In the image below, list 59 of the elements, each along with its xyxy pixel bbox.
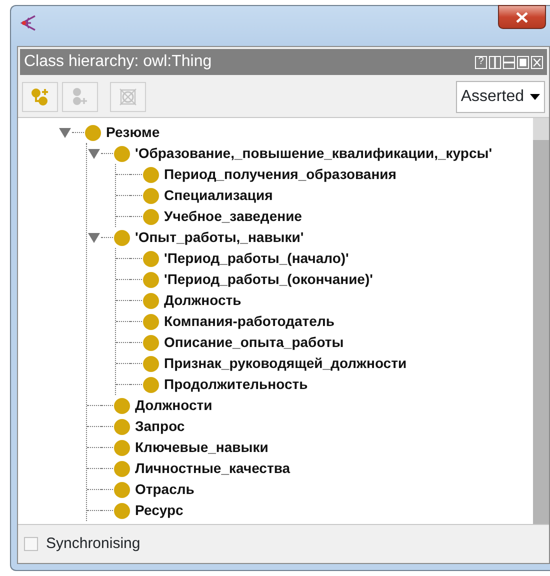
app-logo-icon bbox=[19, 14, 37, 32]
class-icon bbox=[143, 166, 159, 182]
tree-item[interactable]: Признак_руководящей_должности bbox=[164, 353, 407, 374]
tree-item[interactable]: 'Период_работы_(окончание)' bbox=[164, 269, 373, 290]
tree-item[interactable]: Ключевые_навыки bbox=[135, 437, 268, 458]
tree-item[interactable]: Учебное_заведение bbox=[164, 206, 302, 227]
checkbox[interactable] bbox=[24, 537, 38, 551]
close-icon[interactable] bbox=[531, 56, 543, 68]
close-icon bbox=[516, 12, 528, 22]
checkbox-label: Synchronising bbox=[46, 534, 140, 554]
tree-item[interactable]: 'Опыт_работы,_навыки' bbox=[135, 227, 304, 248]
class-icon bbox=[143, 188, 159, 204]
tree-item[interactable]: Резюме bbox=[106, 122, 160, 143]
maximize-icon[interactable] bbox=[517, 56, 529, 68]
tree-item[interactable]: Должность bbox=[164, 290, 242, 311]
class-icon bbox=[114, 482, 130, 498]
close-button[interactable] bbox=[498, 5, 546, 29]
class-icon bbox=[114, 440, 130, 456]
class-icon bbox=[114, 146, 130, 162]
mode-dropdown[interactable]: Asserted bbox=[456, 81, 545, 113]
class-icon bbox=[114, 398, 130, 414]
split-horizontal-icon[interactable] bbox=[503, 56, 515, 68]
tree-item[interactable]: Должности bbox=[135, 395, 212, 416]
class-icon bbox=[143, 292, 159, 308]
class-icon bbox=[143, 250, 159, 266]
caret-icon bbox=[530, 94, 540, 100]
class-icon bbox=[143, 356, 159, 372]
tree-item[interactable]: Отрасль bbox=[135, 479, 194, 500]
class-icon bbox=[114, 502, 130, 518]
add-subclass-icon bbox=[30, 87, 50, 107]
class-icon bbox=[143, 208, 159, 224]
tree-item[interactable]: 'Период_работы_(начало)' bbox=[164, 248, 349, 269]
expanded-arrow-icon[interactable] bbox=[88, 232, 100, 242]
class-icon bbox=[114, 418, 130, 434]
tree-item[interactable]: Продолжительность bbox=[164, 374, 308, 395]
tree-item[interactable]: Запрос bbox=[135, 416, 185, 437]
expanded-arrow-icon[interactable] bbox=[59, 128, 71, 138]
class-icon bbox=[143, 272, 159, 288]
panel-title: Class hierarchy: owl:Thing bbox=[24, 52, 212, 72]
split-vertical-icon[interactable] bbox=[489, 56, 501, 68]
help-button[interactable]: ? bbox=[475, 56, 487, 68]
expanded-arrow-icon[interactable] bbox=[88, 148, 100, 158]
class-icon bbox=[143, 334, 159, 350]
class-icon bbox=[114, 230, 130, 246]
tree-item[interactable]: Описание_опыта_работы bbox=[164, 332, 344, 353]
add-sibling-icon bbox=[70, 87, 90, 107]
tree-item[interactable]: Компания-работодатель bbox=[164, 311, 334, 332]
class-icon bbox=[143, 376, 159, 392]
toolbar-button[interactable] bbox=[22, 82, 58, 112]
tree-item[interactable]: 'Образование,_повышение_квалификации,_курсы' bbox=[135, 143, 492, 164]
class-icon bbox=[143, 314, 159, 330]
delete-icon bbox=[118, 87, 138, 107]
tree-item[interactable]: Ресурс bbox=[135, 500, 184, 521]
tree-item[interactable]: Специализация bbox=[164, 185, 273, 206]
tree-item[interactable]: Личностные_качества bbox=[135, 458, 290, 479]
class-icon bbox=[85, 124, 101, 140]
scrollbar[interactable] bbox=[533, 118, 549, 524]
tree-item[interactable]: Период_получения_образования bbox=[164, 164, 396, 185]
class-icon bbox=[114, 460, 130, 476]
